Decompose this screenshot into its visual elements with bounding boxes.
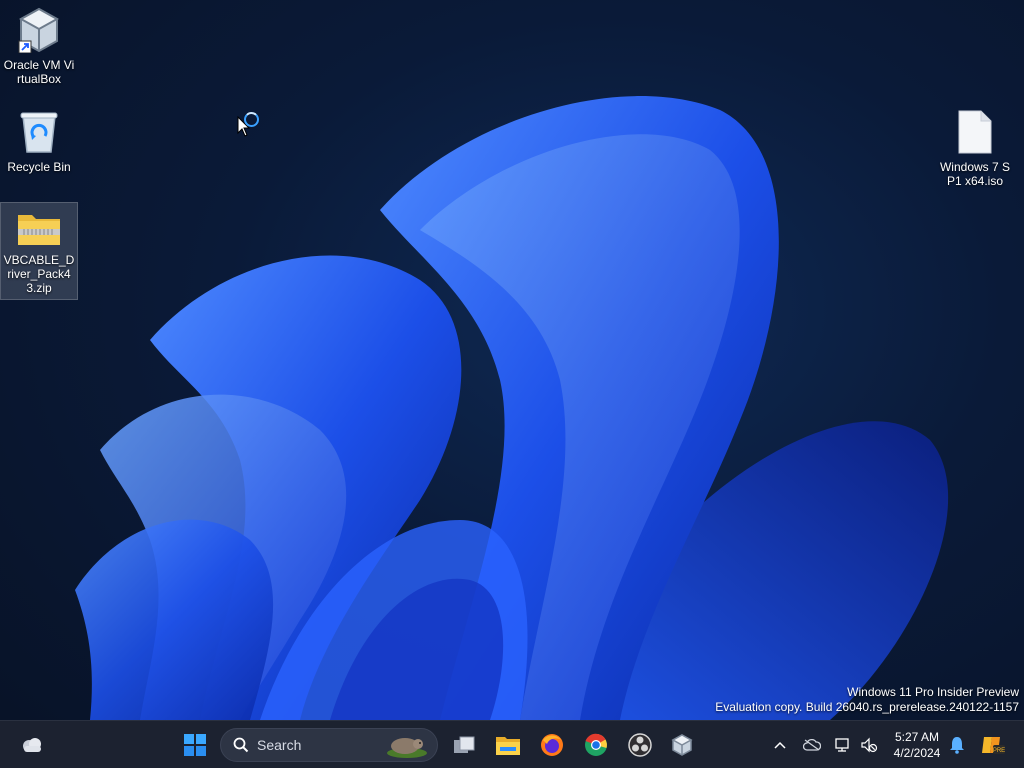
copilot-button[interactable]: PRE <box>978 721 1008 768</box>
virtualbox-icon <box>671 734 693 756</box>
windows-start-icon <box>184 734 206 756</box>
weather-widget-button[interactable] <box>14 727 50 763</box>
chrome-icon <box>585 733 607 756</box>
firefox-icon <box>541 734 563 756</box>
obs-button[interactable] <box>622 727 658 763</box>
desktop-icon-label: Windows 7 SP1 x64.iso <box>939 160 1011 188</box>
task-view-button[interactable] <box>446 727 482 763</box>
obs-icon <box>628 733 652 757</box>
clock-time: 5:27 AM <box>894 730 940 744</box>
virtualbox-button[interactable] <box>664 727 700 763</box>
evaluation-watermark: Windows 11 Pro Insider Preview Evaluatio… <box>715 685 1019 715</box>
onedrive-tray-button[interactable] <box>800 721 824 768</box>
bell-icon <box>950 737 964 754</box>
watermark-edition: Windows 11 Pro Insider Preview <box>847 685 1019 699</box>
desktop-icon-virtualbox[interactable]: Oracle VM VirtualBox <box>0 2 78 90</box>
taskbar: Search 5:27 AM 4/2/2024 PRE <box>0 720 1024 768</box>
file-explorer-icon <box>496 737 520 755</box>
desktop-icon-recycle-bin[interactable]: Recycle Bin <box>0 104 78 178</box>
clock-date: 4/2/2024 <box>893 746 941 760</box>
desktop-wallpaper <box>75 96 949 720</box>
network-icon <box>835 738 849 752</box>
desktop-icon-vbcable-zip[interactable]: VBCABLE_Driver_Pack43.zip <box>0 202 78 300</box>
cloud-icon <box>23 738 41 752</box>
recycle-bin-icon <box>15 108 63 156</box>
chevron-up-icon <box>774 741 786 749</box>
desktop-icon-label: Oracle VM VirtualBox <box>3 58 75 86</box>
desktop-icon-label: VBCABLE_Driver_Pack43.zip <box>3 253 75 295</box>
watermark-build: Evaluation copy. Build 26040.rs_prerelea… <box>715 700 1019 714</box>
desktop-icon-label: Recycle Bin <box>7 160 71 174</box>
start-button[interactable] <box>177 727 213 763</box>
search-placeholder: Search <box>257 737 302 753</box>
busy-spinner-icon <box>244 112 259 127</box>
zip-folder-icon <box>15 207 63 249</box>
chrome-button[interactable] <box>578 727 614 763</box>
task-view-icon <box>454 736 475 753</box>
svg-text:PRE: PRE <box>993 748 1005 754</box>
notifications-button[interactable] <box>946 721 968 768</box>
copilot-pre-icon: PRE <box>982 737 1005 754</box>
iso-file-icon <box>951 108 999 156</box>
taskbar-search-box[interactable]: Search <box>220 728 438 762</box>
cloud-offline-icon <box>803 739 821 751</box>
network-tray-button[interactable] <box>832 721 854 768</box>
volume-muted-icon <box>861 737 878 753</box>
desktop-icon-windows7-iso[interactable]: Windows 7 SP1 x64.iso <box>936 104 1014 192</box>
search-highlight-icon <box>387 738 427 758</box>
show-hidden-icons-button[interactable] <box>768 721 792 768</box>
taskbar-clock[interactable]: 5:27 AM 4/2/2024 <box>886 729 948 761</box>
firefox-button[interactable] <box>534 727 570 763</box>
search-icon <box>233 737 249 753</box>
virtualbox-icon <box>15 6 63 54</box>
file-explorer-button[interactable] <box>490 727 526 763</box>
volume-tray-button[interactable] <box>858 721 880 768</box>
